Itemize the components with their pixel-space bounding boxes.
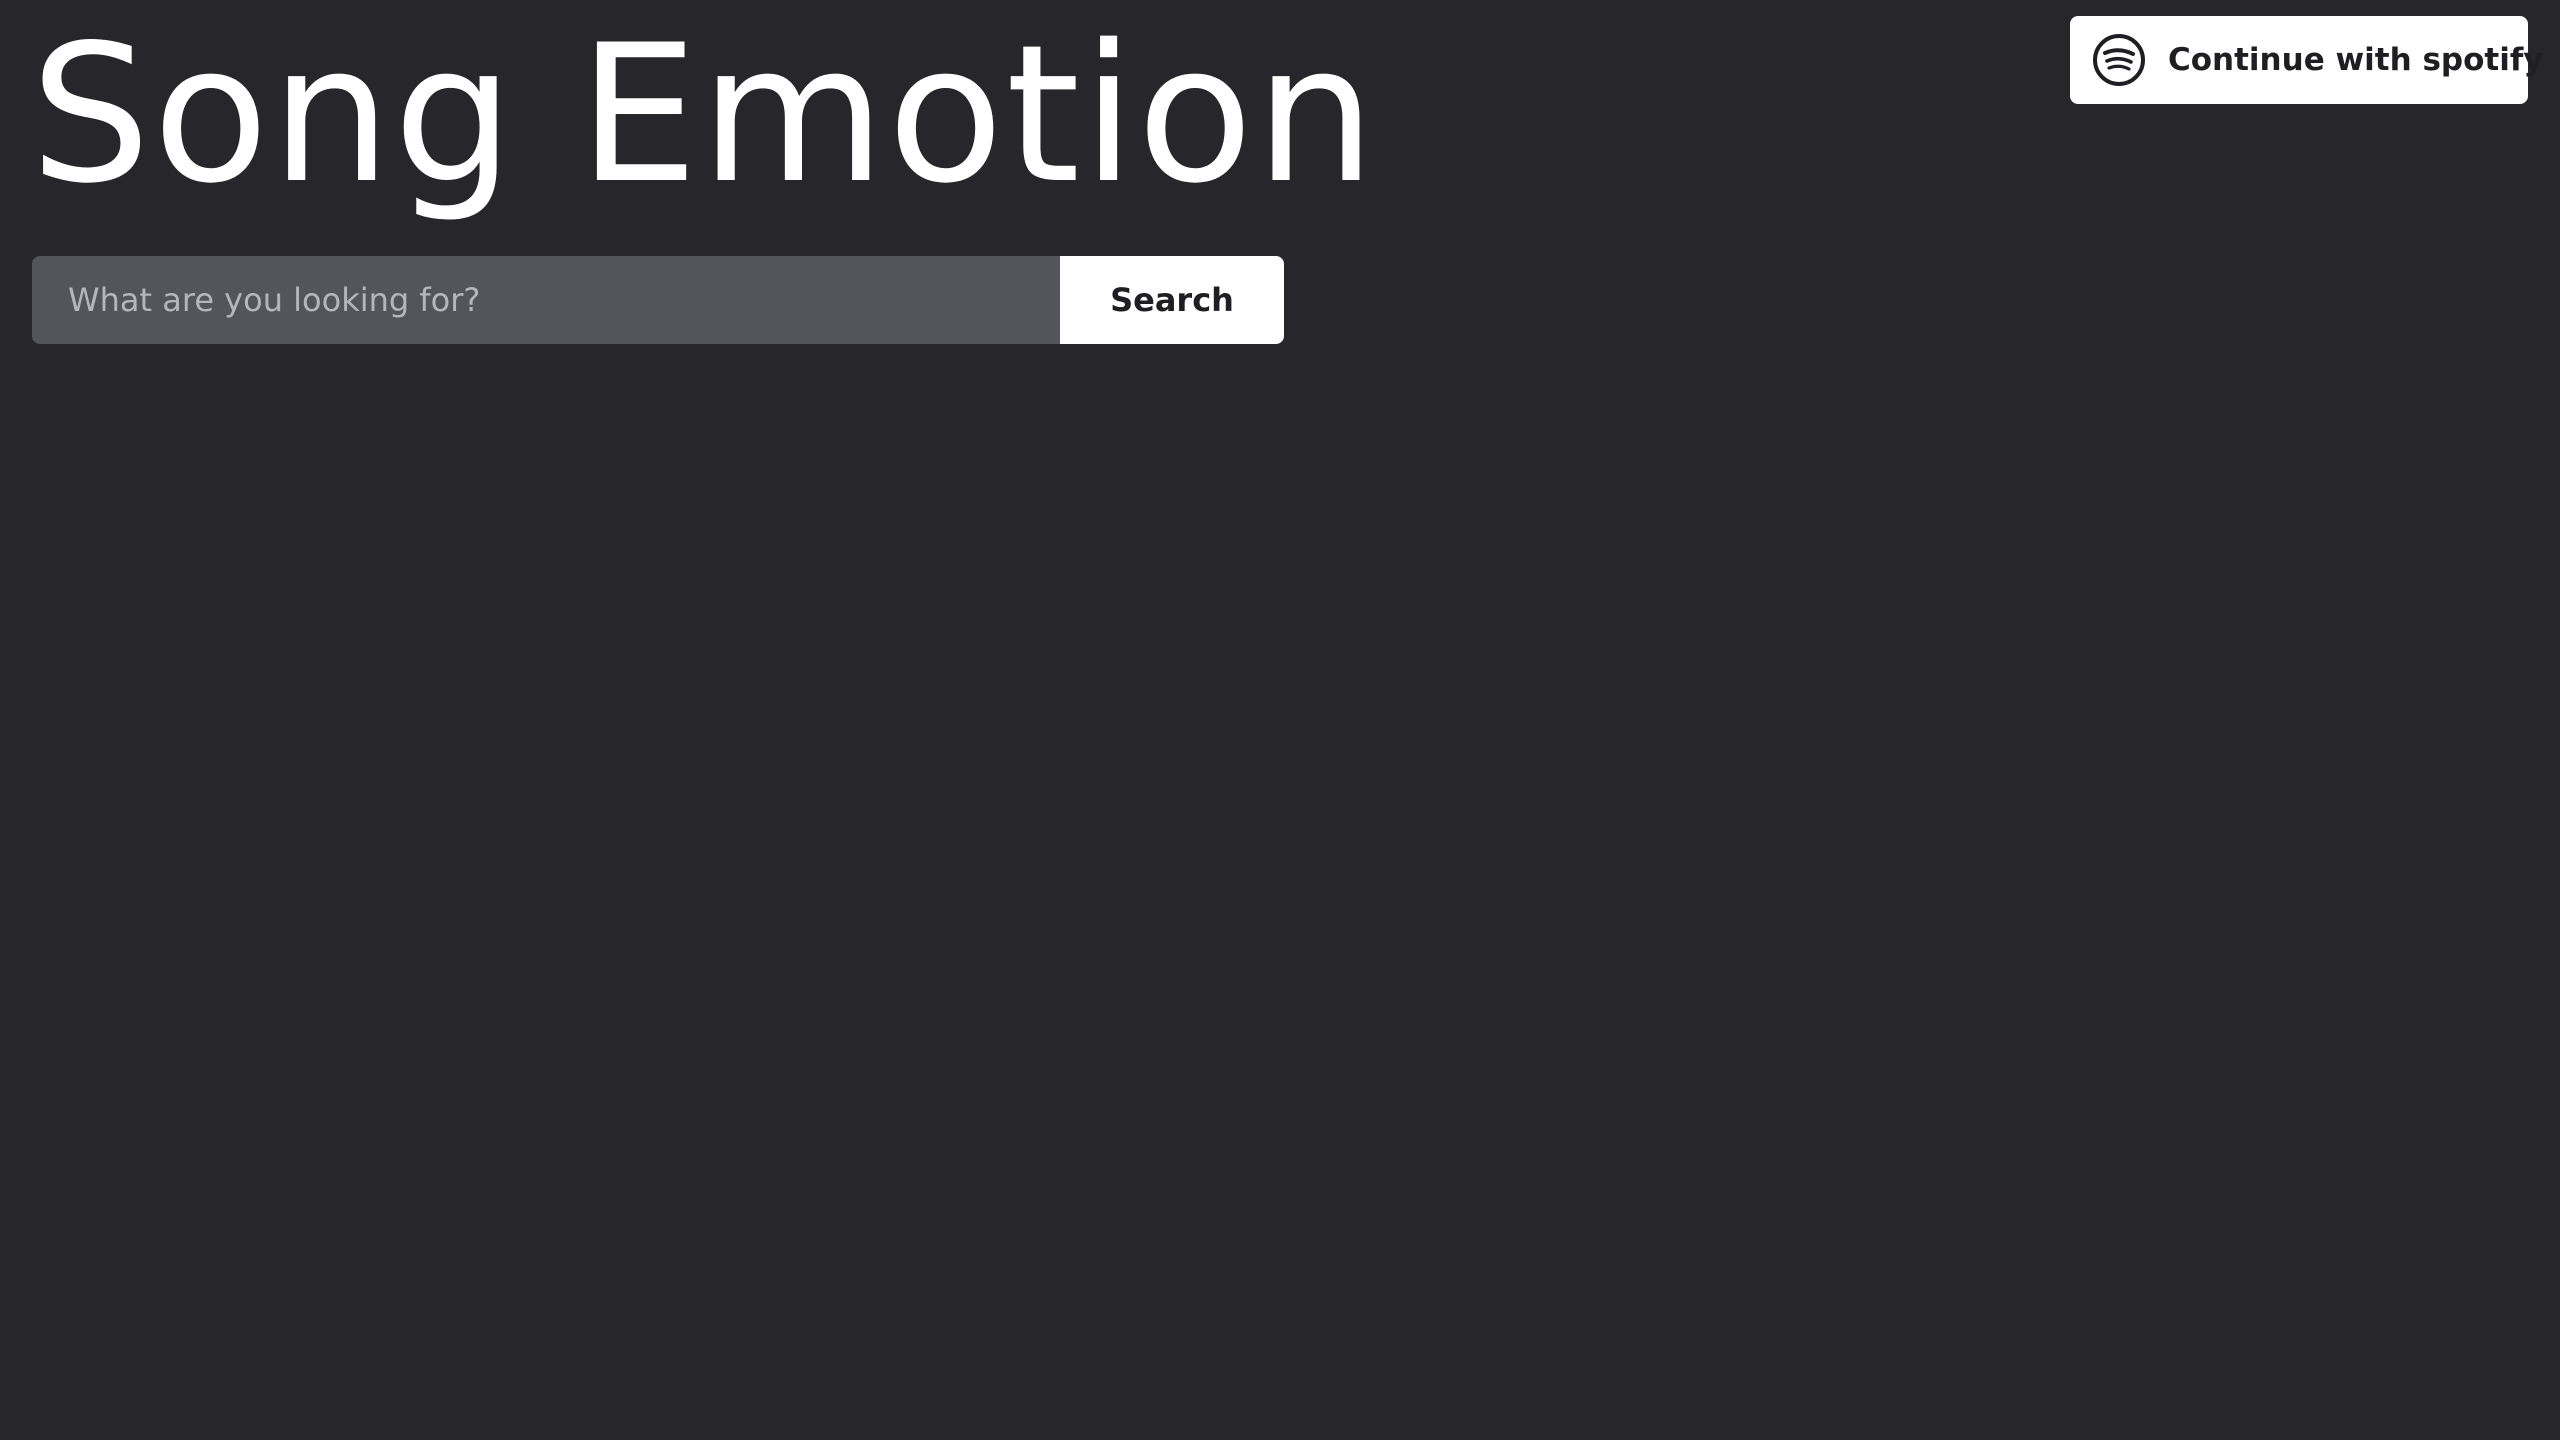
page: Song Emotion Search Continue with spotif… (0, 0, 2560, 1440)
spotify-icon (2092, 33, 2146, 87)
continue-with-spotify-button[interactable]: Continue with spotify (2070, 16, 2544, 104)
spotify-button-label: Continue with spotify (2168, 42, 2544, 78)
page-title: Song Emotion (30, 4, 1378, 225)
search-button[interactable]: Search (1060, 256, 1284, 344)
search-bar: Search (32, 256, 1284, 344)
search-input[interactable] (32, 256, 1060, 344)
